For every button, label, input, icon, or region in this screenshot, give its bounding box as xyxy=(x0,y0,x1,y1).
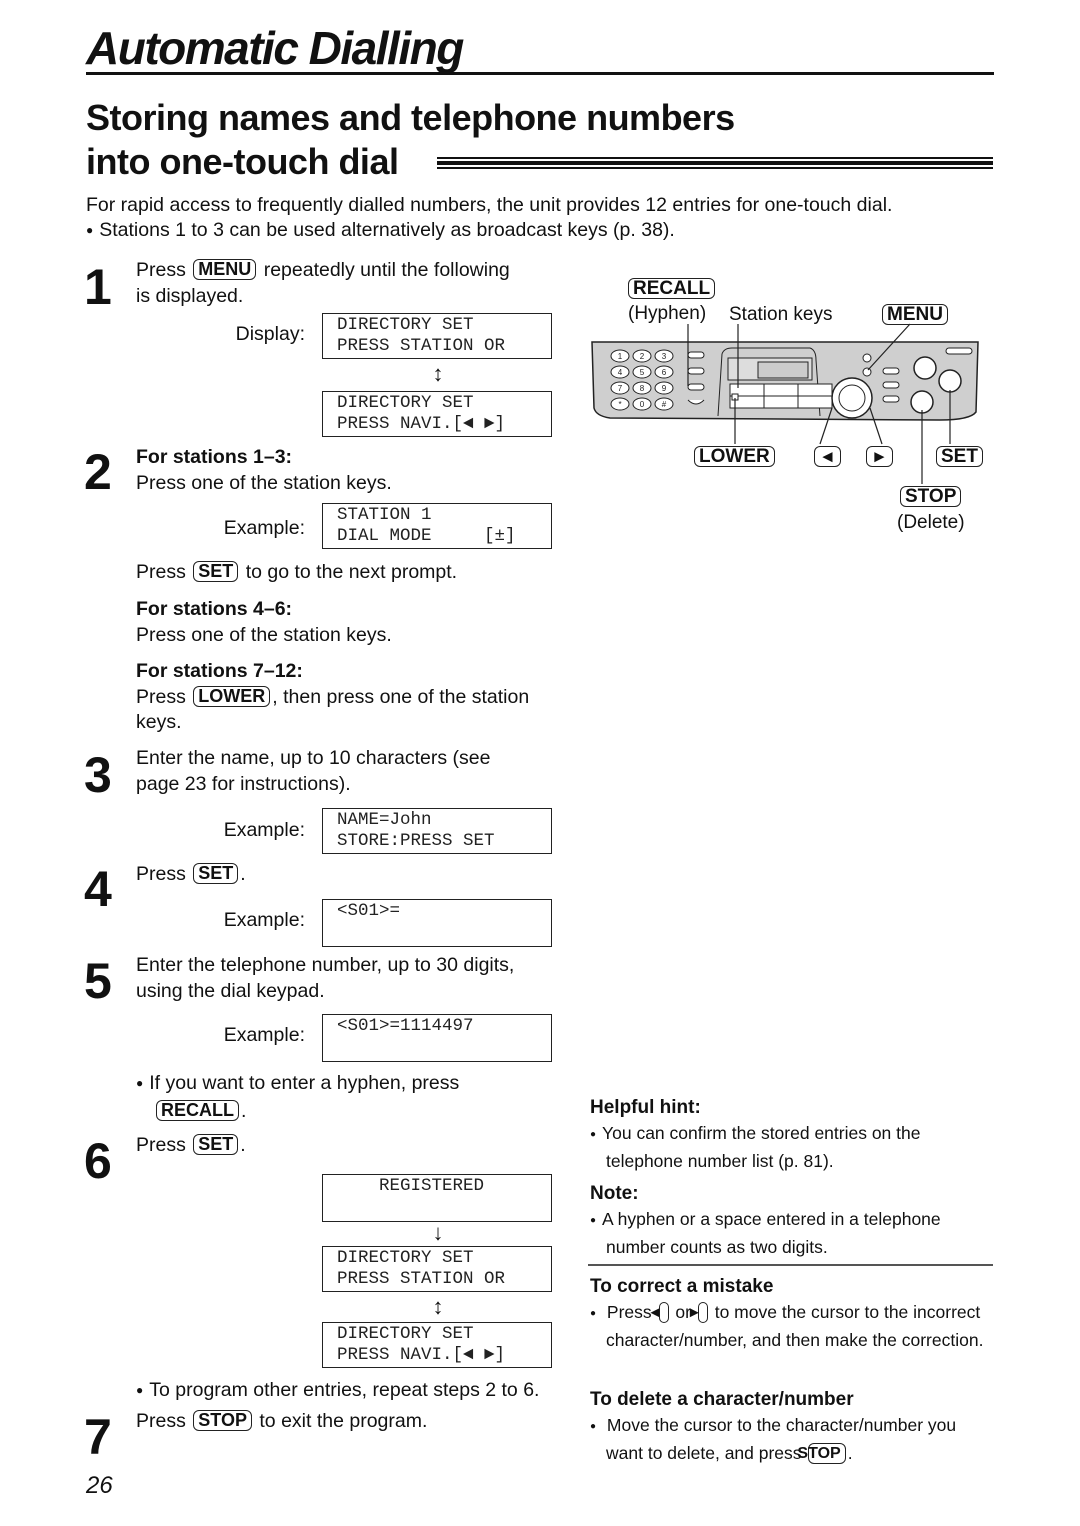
set-key: SET xyxy=(193,561,239,582)
toggle-arrow-icon: ↕ xyxy=(432,361,444,386)
step-number-1: 1 xyxy=(84,259,112,315)
example-label: Example: xyxy=(223,1024,305,1046)
menu-diagram-label: MENU xyxy=(880,304,950,326)
step-number-4: 4 xyxy=(84,861,112,917)
hyphen-caption: (Hyphen) xyxy=(628,303,707,324)
lcd-station-1: STATION 1 DIAL MODE [±] xyxy=(322,503,552,549)
example-label: Example: xyxy=(223,909,305,931)
example-label: Example: xyxy=(223,517,305,539)
recall-diagram-label: RECALL xyxy=(626,278,717,300)
lcd-registered: REGISTERED xyxy=(322,1174,552,1222)
keypad-key-label: 7 xyxy=(618,384,623,393)
correct-mistake-heading: To correct a mistake xyxy=(590,1276,774,1297)
helpful-hint-heading: Helpful hint: xyxy=(590,1097,701,1118)
helpful-hint-text: You can confirm the stored entries on th… xyxy=(590,1121,990,1174)
delete-character: To delete a character/number Move the cu… xyxy=(590,1388,990,1466)
keypad-key-label: 9 xyxy=(662,384,667,393)
note-text: A hyphen or a space entered in a telepho… xyxy=(590,1207,990,1260)
delete-caption: (Delete) xyxy=(897,512,965,533)
section-title-line1: Storing names and telephone numbers xyxy=(86,97,735,138)
lcd-directory-set-navi: DIRECTORY SET PRESS NAVI.[◄ ►] xyxy=(322,1322,552,1368)
step-6-text: Press SET. xyxy=(136,1134,246,1156)
lcd-directory-set-station: DIRECTORY SET PRESS STATION OR xyxy=(322,313,552,359)
keypad-key-label: 4 xyxy=(618,368,623,377)
keypad-key-label: 0 xyxy=(640,400,645,409)
section-title-rule xyxy=(437,155,993,171)
lcd-s01-number: <S01>=1114497 xyxy=(322,1014,552,1062)
control-panel-diagram: 1 2 3 4 5 6 7 8 9 * 0 # RECALL (Hyphen) … xyxy=(580,270,1000,540)
stop-key: STOP xyxy=(797,1443,846,1464)
set-diagram-label: SET xyxy=(934,446,985,468)
keypad-key-label: 2 xyxy=(640,352,645,361)
step-1-text: Press MENU repeatedly until the followin… xyxy=(136,259,510,307)
right-key: ► xyxy=(687,1301,708,1323)
set-key: SET xyxy=(193,863,239,884)
step-number-3: 3 xyxy=(84,747,112,803)
step-number-7: 7 xyxy=(84,1409,112,1465)
left-key: ◄ xyxy=(648,1301,669,1323)
stop-button-shape xyxy=(910,390,934,414)
delete-character-text: Move the cursor to the character/number … xyxy=(590,1413,990,1466)
step-number-5: 5 xyxy=(84,953,112,1009)
page-title: Automatic Dialling xyxy=(86,22,464,74)
note: Note: A hyphen or a space entered in a t… xyxy=(590,1182,990,1260)
keypad-key-label: 6 xyxy=(662,368,667,377)
stop-diagram-label: STOP xyxy=(898,486,963,508)
keypad-key-label: 1 xyxy=(618,352,623,361)
keypad-key-label: 8 xyxy=(640,384,645,393)
left-arrow-diagram-label: ◄ xyxy=(812,446,843,468)
correct-mistake-text: Press ◄ or ► to move the cursor to the i… xyxy=(590,1300,990,1353)
step-number-2: 2 xyxy=(84,444,112,500)
stations-7-12: For stations 7–12: Press LOWER, then pre… xyxy=(136,660,530,733)
display-label: Display: xyxy=(235,323,305,345)
right-arrow-diagram-label: ► xyxy=(864,446,895,468)
delete-character-heading: To delete a character/number xyxy=(590,1389,854,1410)
step-3-text: Enter the name, up to 10 characters (see… xyxy=(136,747,491,795)
step-7-text: Press STOP to exit the program. xyxy=(136,1410,428,1432)
set-button-shape xyxy=(938,369,962,393)
down-arrow-icon: ↓ xyxy=(432,1220,444,1245)
lcd-directory-set-station: DIRECTORY SET PRESS STATION OR xyxy=(322,1246,552,1292)
lower-key: LOWER xyxy=(193,685,271,707)
station-keys-caption: Station keys xyxy=(729,304,833,325)
keypad-key-label: 3 xyxy=(662,352,667,361)
step-2-text: For stations 1–3: Press one of the stati… xyxy=(136,446,392,494)
intro-bullet: Stations 1 to 3 can be used alternativel… xyxy=(86,218,892,245)
press-set-next-prompt: Press SET to go to the next prompt. xyxy=(136,561,458,583)
toggle-arrow-icon: ↕ xyxy=(432,1294,444,1319)
note-heading: Note: xyxy=(590,1183,639,1204)
keypad-key-label: # xyxy=(662,400,667,409)
repeat-bullet: To program other entries, repeat steps 2… xyxy=(136,1378,539,1406)
intro-paragraph: For rapid access to frequently dialled n… xyxy=(86,194,893,216)
stations-4-6-heading: For stations 4–6: xyxy=(136,598,293,620)
lcd-s01-empty: <S01>= xyxy=(322,899,552,947)
lower-diagram-label: LOWER xyxy=(692,446,777,468)
page-number: 26 xyxy=(86,1472,113,1499)
notes-divider xyxy=(588,1264,993,1266)
keypad-key-label: 5 xyxy=(640,368,645,377)
stations-4-6: For stations 4–6: Press one of the stati… xyxy=(136,598,392,646)
stations-1-3-heading: For stations 1–3: xyxy=(136,446,293,468)
step-5-text: Enter the telephone number, up to 30 dig… xyxy=(136,954,515,1002)
intro: For rapid access to frequently dialled n… xyxy=(86,193,892,245)
hyphen-bullet: If you want to enter a hyphen, press REC… xyxy=(136,1071,459,1124)
recall-key: RECALL xyxy=(156,1099,239,1121)
correct-mistake: To correct a mistake Press ◄ or ► to mov… xyxy=(590,1275,990,1353)
recall-button-shape xyxy=(687,383,705,391)
menu-button-shape xyxy=(862,367,872,377)
helpful-hint: Helpful hint: You can confirm the stored… xyxy=(590,1096,990,1174)
set-key: SET xyxy=(193,1134,239,1155)
keypad-key-label: * xyxy=(618,400,621,409)
title-divider xyxy=(86,72,994,75)
example-label: Example: xyxy=(223,819,305,841)
lcd-directory-set-navi: DIRECTORY SET PRESS NAVI.[◄ ►] xyxy=(322,391,552,437)
stop-key: STOP xyxy=(193,1410,252,1431)
lcd-name-john: NAME=John STORE:PRESS SET xyxy=(322,808,552,854)
menu-key: MENU xyxy=(193,259,257,280)
step-number-6: 6 xyxy=(84,1133,112,1189)
step-4-text: Press SET. xyxy=(136,863,246,885)
stations-7-12-heading: For stations 7–12: xyxy=(136,660,303,682)
